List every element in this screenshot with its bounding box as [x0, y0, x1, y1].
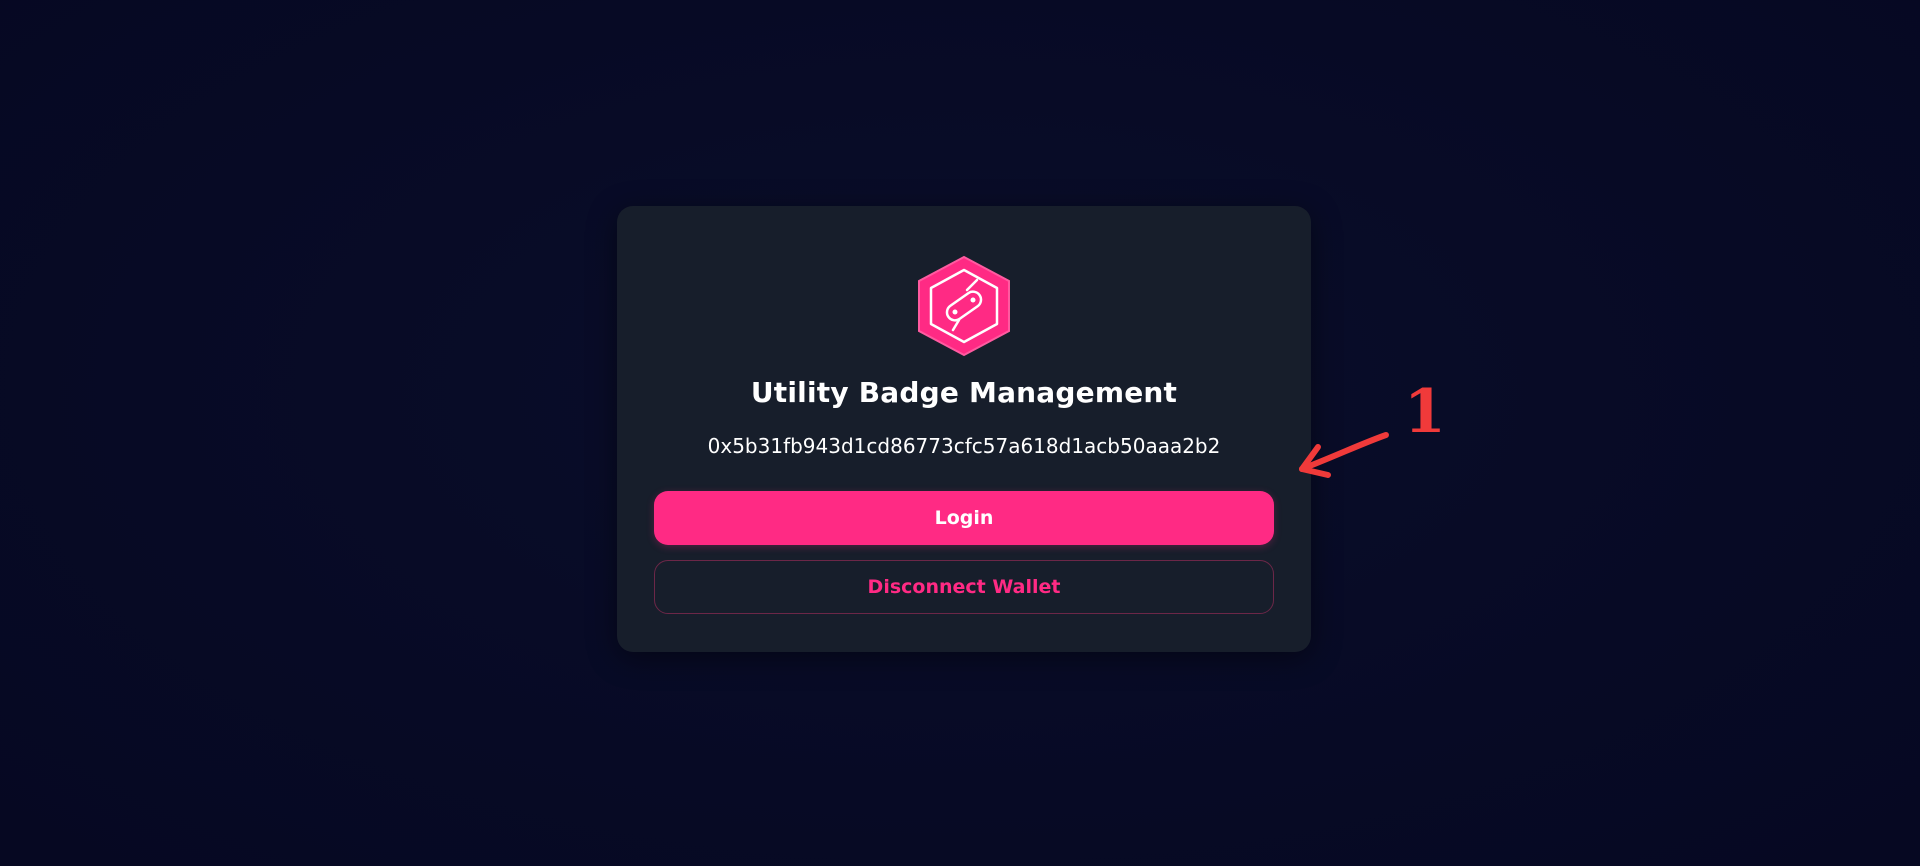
wallet-address: 0x5b31fb943d1cd86773cfc57a618d1acb50aaa2… — [707, 434, 1221, 458]
page-title: Utility Badge Management — [750, 376, 1178, 409]
page-background: Utility Badge Management 0x5b31fb943d1cd… — [0, 0, 1920, 866]
disconnect-wallet-button[interactable]: Disconnect Wallet — [654, 560, 1274, 614]
login-card: Utility Badge Management 0x5b31fb943d1cd… — [617, 206, 1311, 652]
badge-logo-icon — [915, 254, 1013, 358]
annotation-arrow-icon — [1299, 432, 1389, 478]
annotation-number: 1 — [1404, 377, 1446, 447]
login-button[interactable]: Login — [654, 491, 1274, 545]
